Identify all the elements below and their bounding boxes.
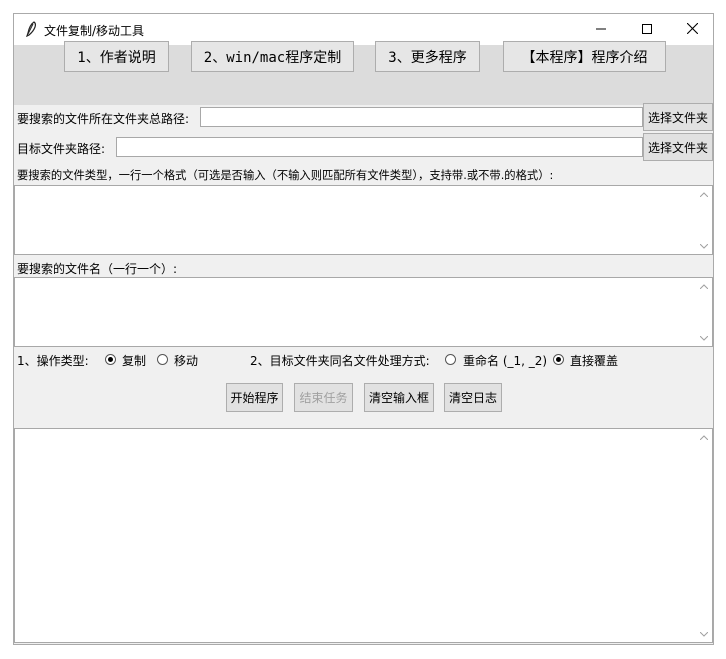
maximize-icon — [642, 23, 652, 37]
start-button[interactable]: 开始程序 — [226, 383, 283, 412]
overwrite-radio[interactable] — [553, 354, 564, 365]
custom-program-button[interactable]: 2、win/mac程序定制 — [191, 41, 354, 72]
source-path-input[interactable] — [200, 107, 643, 127]
source-browse-button[interactable]: 选择文件夹 — [643, 103, 713, 131]
log-scrollbar[interactable] — [695, 429, 712, 642]
log-textarea[interactable] — [14, 428, 713, 643]
more-programs-button[interactable]: 3、更多程序 — [375, 41, 480, 72]
window-title: 文件复制/移动工具 — [44, 24, 145, 38]
file-names-label: 要搜索的文件名（一行一个）: — [17, 262, 178, 276]
rename-radio-label[interactable]: 重命名 (_1, _2) — [463, 352, 547, 369]
file-types-textarea[interactable] — [14, 185, 713, 255]
move-radio-label[interactable]: 移动 — [174, 352, 198, 369]
scroll-up-icon[interactable] — [695, 278, 712, 294]
scroll-down-icon[interactable] — [695, 330, 712, 346]
author-info-button[interactable]: 1、作者说明 — [64, 41, 169, 72]
close-button[interactable] — [669, 14, 715, 45]
feather-icon — [23, 21, 39, 38]
source-path-label: 要搜索的文件所在文件夹总路径: — [17, 112, 190, 126]
stop-task-button[interactable]: 结束任务 — [294, 383, 353, 412]
file-names-textarea[interactable] — [14, 277, 713, 347]
file-names-scrollbar[interactable] — [695, 278, 712, 346]
target-path-input[interactable] — [116, 137, 643, 157]
duplicate-handling-label: 2、目标文件夹同名文件处理方式: — [250, 354, 430, 368]
scroll-down-icon[interactable] — [695, 626, 712, 642]
clear-log-button[interactable]: 清空日志 — [444, 383, 502, 412]
file-types-label: 要搜索的文件类型，一行一个格式（可选是否输入（不输入则匹配所有文件类型），支持带… — [17, 169, 554, 182]
minimize-icon — [596, 23, 606, 37]
target-path-label: 目标文件夹路径: — [17, 142, 106, 156]
close-icon — [686, 22, 698, 37]
scroll-up-icon[interactable] — [695, 186, 712, 202]
clear-inputs-button[interactable]: 清空输入框 — [364, 383, 434, 412]
program-intro-button[interactable]: 【本程序】程序介绍 — [503, 41, 666, 72]
copy-radio[interactable] — [105, 354, 116, 365]
target-browse-button[interactable]: 选择文件夹 — [643, 133, 713, 161]
operation-type-label: 1、操作类型: — [17, 354, 89, 368]
scroll-down-icon[interactable] — [695, 238, 712, 254]
copy-radio-label[interactable]: 复制 — [122, 352, 146, 369]
scroll-up-icon[interactable] — [695, 429, 712, 445]
overwrite-radio-label[interactable]: 直接覆盖 — [570, 352, 618, 369]
app-window: 文件复制/移动工具 1、作者说明 2、win/mac程序定制 3、更多程序 【本… — [13, 13, 714, 645]
file-types-scrollbar[interactable] — [695, 186, 712, 254]
move-radio[interactable] — [157, 354, 168, 365]
rename-radio[interactable] — [445, 354, 456, 365]
